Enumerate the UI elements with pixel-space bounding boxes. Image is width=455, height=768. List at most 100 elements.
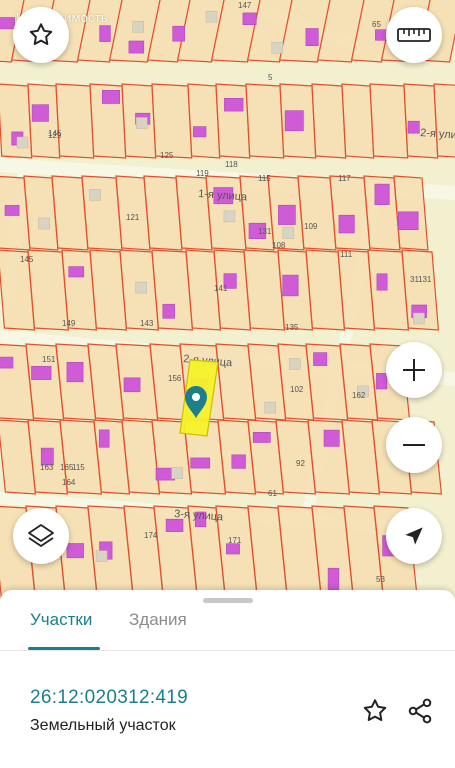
building (278, 204, 296, 225)
parcel (311, 83, 347, 159)
object-type: Земельный участок (30, 717, 176, 734)
map-canvas[interactable]: 5 65 145 147 129 125 119 118 115 117 131 108 109 111 1… (0, 0, 455, 600)
building (224, 98, 244, 112)
building (397, 211, 419, 231)
building (374, 183, 390, 206)
outbuilding (132, 21, 144, 33)
building (252, 431, 271, 443)
parcel (27, 249, 70, 331)
parcel-number: 125 (160, 151, 174, 160)
building (102, 90, 121, 104)
sheet-grabber[interactable] (203, 598, 253, 603)
star-icon (29, 23, 53, 45)
minus-icon (403, 444, 425, 446)
building (123, 377, 141, 393)
building (376, 273, 388, 291)
parcel-number: 119 (196, 169, 209, 178)
building (338, 214, 355, 234)
parcel-number: 164 (62, 478, 76, 487)
building (407, 120, 420, 134)
building (68, 266, 85, 278)
outbuilding (205, 10, 218, 23)
outbuilding (135, 117, 148, 129)
parcel-number: 129 (48, 131, 62, 140)
parcel-number: 135 (285, 323, 299, 332)
share-icon (408, 698, 432, 724)
building (305, 28, 319, 47)
parcel-number: 111 (340, 250, 353, 259)
building (165, 518, 184, 532)
parcel-number: 92 (296, 459, 305, 468)
parcel-number: 117 (338, 174, 351, 183)
outbuilding (135, 281, 147, 294)
cadastral-number[interactable]: 26:12:020312:419 (30, 687, 188, 709)
tab-buildings[interactable]: Здания (129, 610, 187, 630)
parcel-number: 121 (126, 213, 140, 222)
building (190, 457, 211, 469)
building (282, 274, 299, 297)
parcel-number: 143 (140, 319, 154, 328)
tab-parcels[interactable]: Участки (30, 610, 92, 630)
building (376, 373, 388, 390)
building (4, 205, 20, 216)
outbuilding (264, 401, 276, 414)
outbuilding (282, 227, 295, 239)
ruler-button[interactable] (386, 7, 442, 63)
favorite-button[interactable] (13, 7, 69, 63)
parcel-number: 162 (352, 391, 366, 400)
zoom-in-button[interactable] (386, 342, 442, 398)
building (0, 356, 14, 369)
building (162, 303, 175, 319)
building (375, 29, 387, 41)
parcel-number: 141 (214, 284, 228, 293)
building (193, 126, 207, 138)
share-button[interactable] (403, 694, 437, 728)
parcel-number: 145 (20, 255, 34, 264)
parcel-number: 115 (258, 174, 271, 183)
building (128, 40, 145, 54)
building (0, 17, 15, 30)
my-location-button[interactable] (386, 508, 442, 564)
parcel-number: 149 (62, 319, 76, 328)
outbuilding (38, 217, 50, 230)
parcel-number: 171 (228, 536, 242, 545)
parcel-number: 151 (42, 355, 56, 364)
parcel (81, 175, 123, 251)
building (323, 429, 340, 447)
parcel-number: 115 (72, 463, 85, 472)
star-outline-icon (363, 699, 387, 721)
parcel-number: 53 (376, 575, 385, 584)
parcel (367, 249, 410, 331)
parcel-number: 109 (304, 222, 318, 231)
parcel-number: 163 (40, 463, 54, 472)
parcel (369, 83, 409, 159)
outbuilding (171, 467, 183, 479)
building (31, 365, 52, 380)
building (99, 25, 111, 42)
building (98, 429, 110, 448)
building (313, 352, 328, 366)
save-button[interactable] (358, 694, 392, 728)
parcel (143, 175, 183, 251)
active-tab-indicator (28, 647, 100, 650)
building (66, 361, 84, 383)
outbuilding (223, 210, 236, 223)
parcel (297, 175, 337, 251)
bottom-sheet: Участки Здания 26:12:020312:419 Земельны… (0, 590, 455, 768)
parcel-number: 61 (268, 489, 277, 498)
parcel-number: 131 (258, 227, 272, 236)
parcel-number: 118 (225, 160, 238, 169)
parcel-number: 174 (144, 531, 158, 540)
parcel (245, 83, 285, 159)
parcel (433, 83, 455, 158)
parcel (187, 83, 221, 159)
outbuilding (95, 550, 108, 562)
layers-button[interactable] (13, 508, 69, 564)
parcel-number: 131 (418, 275, 432, 284)
layers-icon (28, 524, 54, 547)
zoom-out-button[interactable] (386, 417, 442, 473)
building (284, 110, 304, 132)
parcel-number: 65 (372, 20, 381, 29)
parcel-number: 102 (290, 385, 304, 394)
building (327, 567, 340, 591)
